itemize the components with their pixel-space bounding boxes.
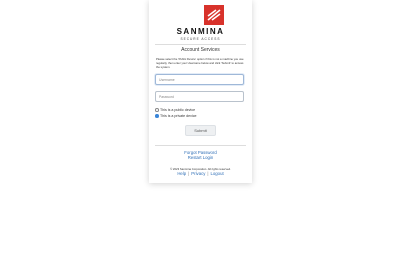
footer-separator: | — [188, 171, 190, 176]
username-input[interactable]: Username — [155, 74, 244, 85]
instructions-text: Please select the 'Public Device' option… — [156, 57, 244, 69]
public-device-label: This is a public device — [160, 107, 196, 112]
username-placeholder: Username — [159, 78, 175, 82]
sanmina-logo-icon — [204, 5, 224, 25]
help-link[interactable]: Help — [177, 171, 186, 176]
password-placeholder: Password — [159, 95, 174, 99]
logout-link[interactable]: Logout — [211, 171, 224, 176]
footer-separator: | — [207, 171, 209, 176]
page-title: Account Services — [181, 47, 220, 53]
restart-login-link[interactable]: Restart Login — [149, 155, 252, 160]
footer-links: Help | Privacy | Logout — [149, 171, 252, 176]
privacy-link[interactable]: Privacy — [191, 171, 205, 176]
private-device-label: This is a private device — [160, 113, 197, 118]
submit-button[interactable]: Submit — [185, 125, 216, 136]
public-device-radio[interactable] — [155, 108, 159, 112]
password-input[interactable]: Password — [155, 91, 244, 102]
brand-name: SANMINA — [176, 27, 225, 36]
divider — [155, 44, 246, 45]
private-device-radio[interactable] — [155, 114, 159, 118]
divider — [155, 145, 246, 146]
login-card: SANMINA SECURE ACCESS Account Services P… — [149, 0, 252, 183]
brand-tagline: SECURE ACCESS — [180, 37, 221, 41]
